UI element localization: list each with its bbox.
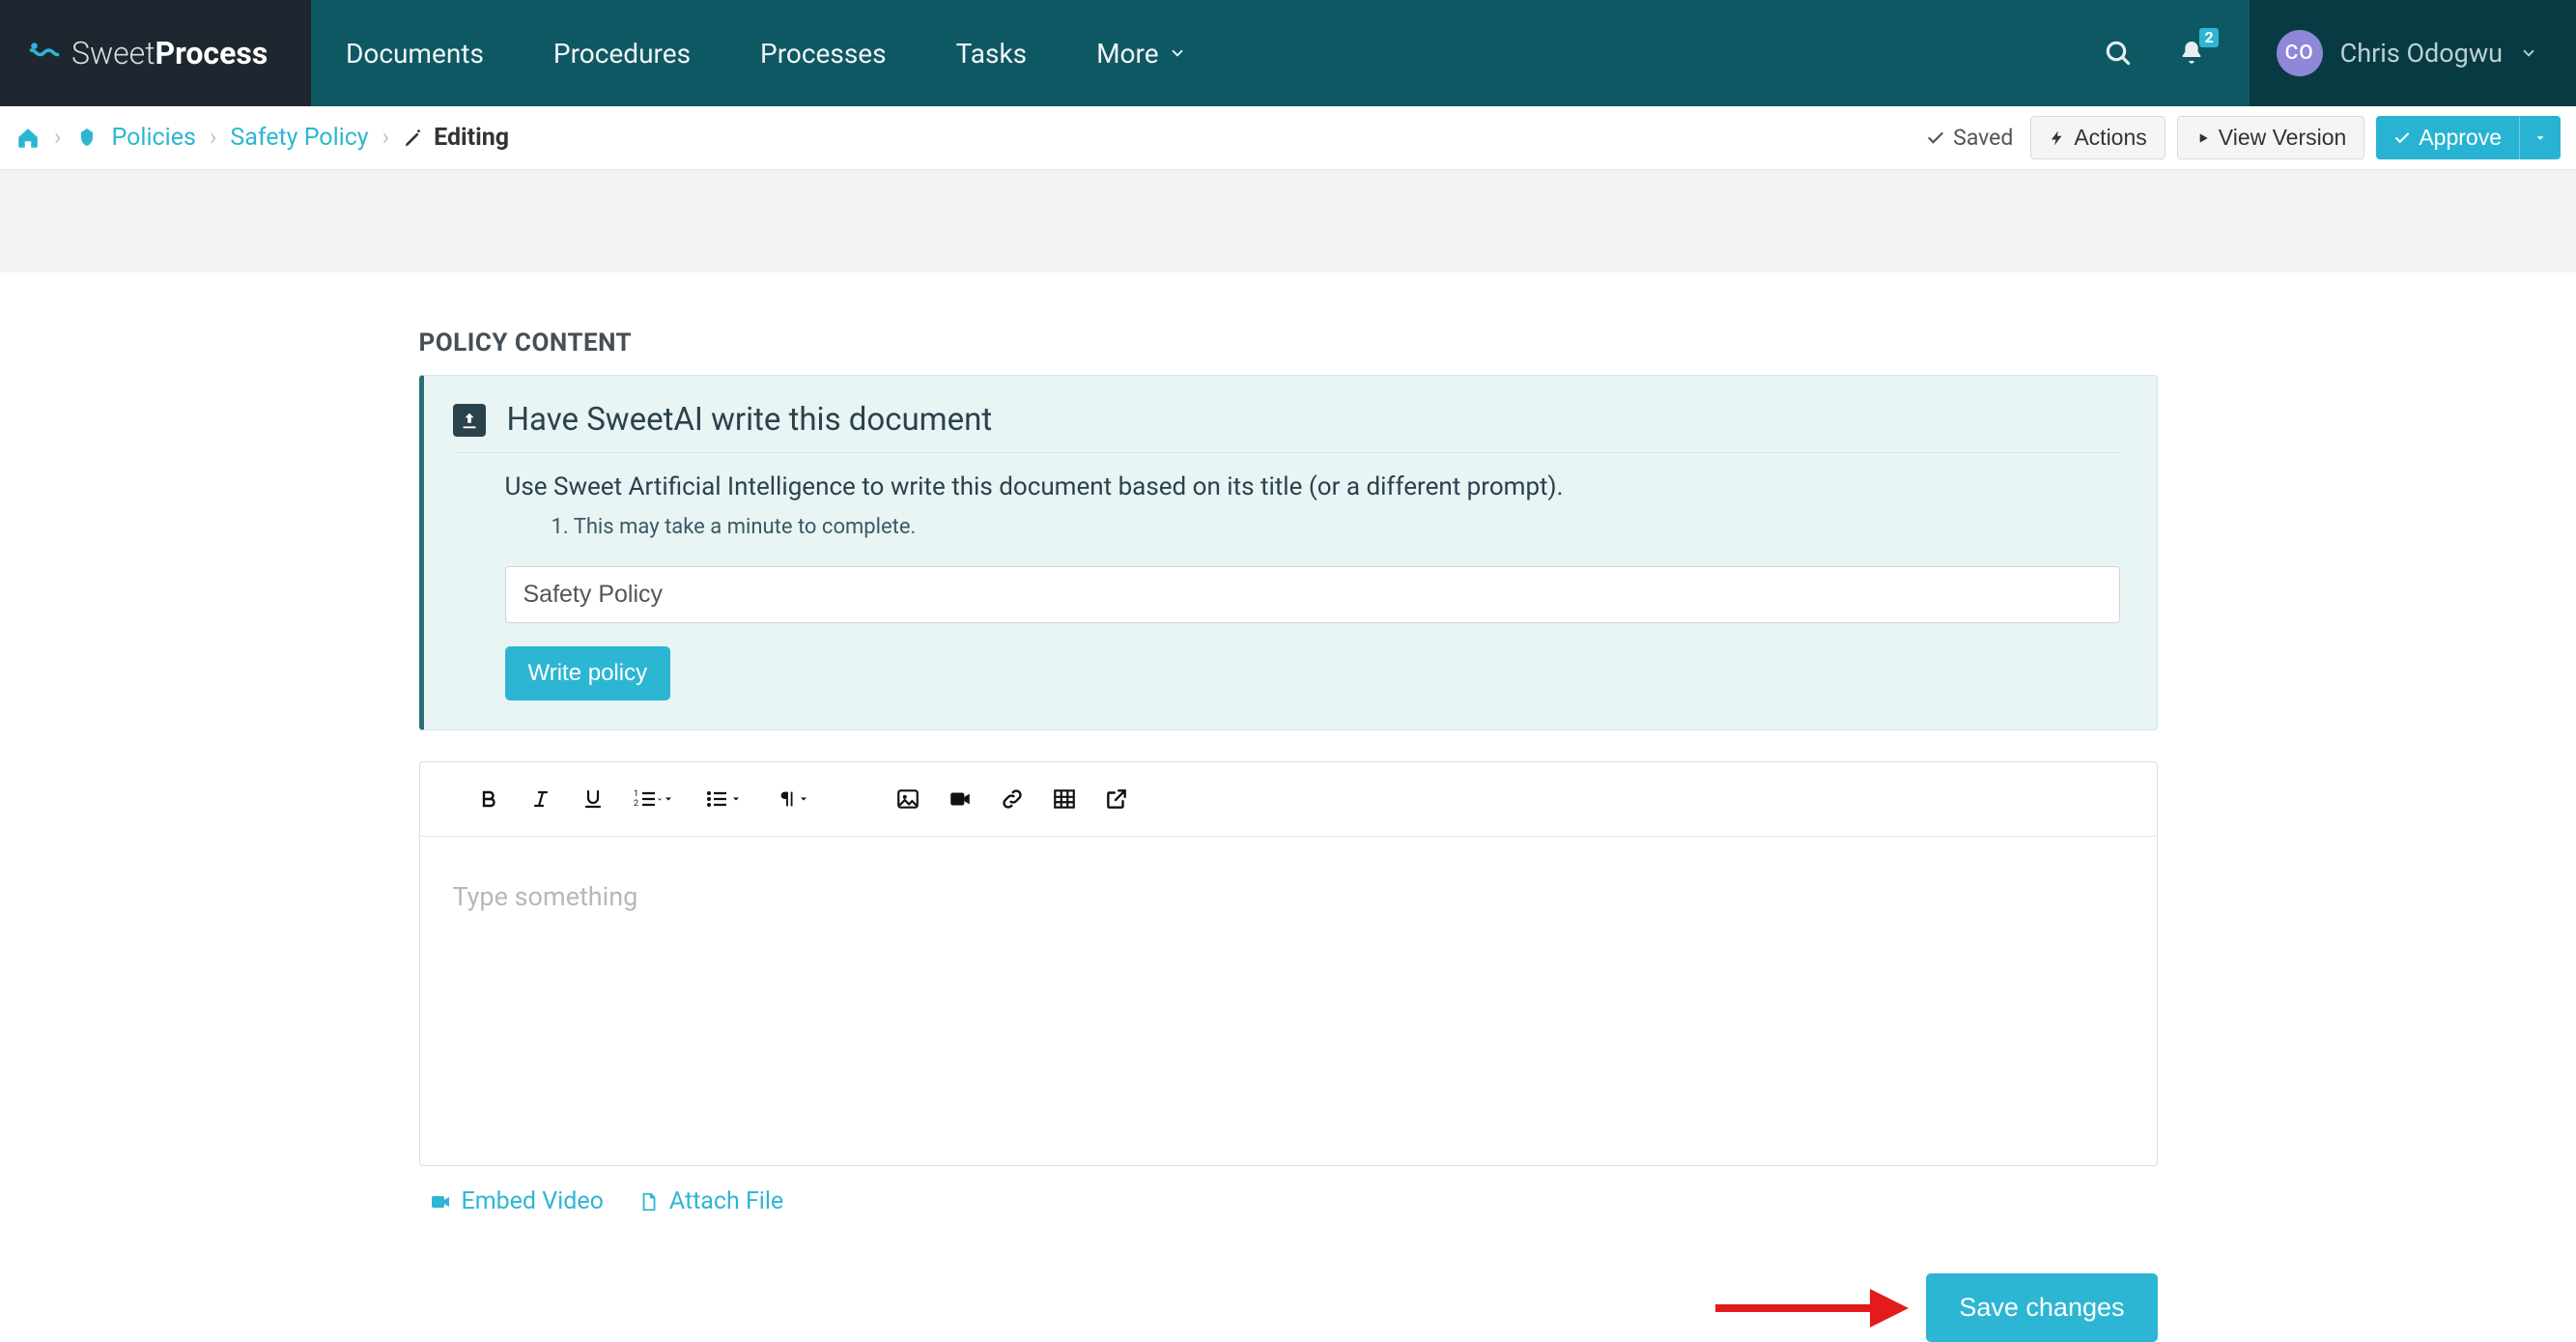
nav-procedures[interactable]: Procedures	[519, 0, 725, 106]
ordered-list-button[interactable]: 12	[619, 778, 689, 820]
paragraph-icon	[777, 787, 798, 811]
video-icon	[948, 786, 973, 812]
approve-split: Approve	[2376, 116, 2561, 159]
breadcrumb-policies[interactable]: Policies	[112, 124, 196, 152]
top-nav: SweetProcess Documents Procedures Proces…	[0, 0, 2576, 106]
sweetai-panel: Have SweetAI write this document Use Swe…	[419, 375, 2158, 730]
caret-down-icon	[798, 793, 809, 805]
check-icon	[1926, 128, 1945, 148]
view-version-button[interactable]: View Version	[2177, 116, 2365, 159]
breadcrumb-sep: ›	[210, 124, 217, 152]
breadcrumb: › Policies › Safety Policy › Editing	[15, 124, 509, 152]
underline-icon	[581, 787, 605, 811]
file-icon	[638, 1190, 660, 1214]
nav-more[interactable]: More	[1062, 0, 1221, 106]
editor-toolbar: 12	[420, 762, 2157, 837]
policies-icon	[75, 127, 99, 150]
nav-icons: 2	[2060, 0, 2250, 106]
logo-icon	[27, 36, 62, 71]
home-icon[interactable]	[15, 126, 41, 151]
save-row: Save changes	[419, 1273, 2158, 1342]
bold-button[interactable]	[463, 778, 515, 820]
video-button[interactable]	[934, 778, 986, 820]
embed-video-link[interactable]: Embed Video	[429, 1187, 604, 1215]
external-link-button[interactable]	[1090, 778, 1143, 820]
link-icon	[1000, 786, 1025, 812]
breadcrumb-policy[interactable]: Safety Policy	[230, 124, 368, 152]
saved-indicator: Saved	[1926, 125, 2013, 151]
italic-button[interactable]	[515, 778, 567, 820]
search-icon	[2103, 38, 2134, 69]
upload-icon	[453, 404, 486, 437]
below-editor: Embed Video Attach File	[419, 1166, 2158, 1215]
external-link-icon	[1104, 786, 1129, 812]
underline-button[interactable]	[567, 778, 619, 820]
image-button[interactable]	[882, 778, 934, 820]
sweetai-title: Have SweetAI write this document	[507, 401, 993, 439]
pencil-icon	[403, 128, 424, 149]
nav-tasks[interactable]: Tasks	[921, 0, 1062, 106]
check-icon	[2393, 129, 2411, 147]
main-column: POLICY CONTENT Have SweetAI write this d…	[419, 272, 2158, 1342]
play-icon	[2195, 130, 2211, 146]
sub-bar: › Policies › Safety Policy › Editing Sav…	[0, 106, 2576, 170]
video-icon	[429, 1190, 452, 1214]
breadcrumb-editing: Editing	[403, 124, 509, 152]
editor-body[interactable]: Type something	[420, 837, 2157, 1165]
svg-text:2: 2	[634, 799, 638, 809]
logo-text: SweetProcess	[71, 35, 268, 71]
actions-button[interactable]: Actions	[2030, 116, 2165, 159]
italic-icon	[529, 787, 552, 811]
approve-button[interactable]: Approve	[2376, 116, 2519, 159]
image-icon	[895, 786, 920, 812]
editor: 12 Type something	[419, 761, 2158, 1166]
section-label: POLICY CONTENT	[419, 328, 2158, 357]
link-button[interactable]	[986, 778, 1038, 820]
sweetai-prompt-input[interactable]	[505, 566, 2120, 623]
table-button[interactable]	[1038, 778, 1090, 820]
paragraph-button[interactable]	[758, 778, 828, 820]
unordered-list-icon	[705, 787, 730, 811]
notifications-badge: 2	[2199, 28, 2218, 47]
sweetai-panel-head: Have SweetAI write this document	[453, 401, 2120, 453]
save-changes-button[interactable]: Save changes	[1926, 1273, 2157, 1342]
caret-down-icon	[2534, 131, 2547, 145]
notifications-button[interactable]: 2	[2172, 34, 2211, 72]
caret-down-icon	[663, 793, 674, 805]
sweetai-desc: Use Sweet Artificial Intelligence to wri…	[505, 472, 2120, 501]
grey-band	[0, 170, 2576, 272]
user-name: Chris Odogwu	[2340, 38, 2503, 69]
caret-down-icon	[730, 793, 742, 805]
svg-text:1: 1	[634, 789, 638, 799]
user-menu[interactable]: CO Chris Odogwu	[2250, 0, 2576, 106]
avatar: CO	[2277, 30, 2323, 76]
ordered-list-icon: 12	[634, 787, 663, 811]
logo[interactable]: SweetProcess	[0, 0, 311, 106]
bolt-icon	[2049, 129, 2066, 147]
nav-menu: Documents Procedures Processes Tasks Mor…	[311, 0, 1221, 106]
unordered-list-button[interactable]	[689, 778, 758, 820]
breadcrumb-sep: ›	[382, 124, 390, 152]
table-icon	[1052, 786, 1077, 812]
chevron-down-icon	[1169, 44, 1186, 62]
sweetai-note: 1. This may take a minute to complete.	[552, 515, 2120, 539]
search-button[interactable]	[2099, 34, 2137, 72]
bold-icon	[477, 787, 500, 811]
attach-file-link[interactable]: Attach File	[638, 1187, 783, 1215]
breadcrumb-sep: ›	[54, 124, 62, 152]
nav-processes[interactable]: Processes	[725, 0, 921, 106]
write-policy-button[interactable]: Write policy	[505, 646, 671, 700]
chevron-down-icon	[2520, 44, 2537, 62]
nav-documents[interactable]: Documents	[311, 0, 519, 106]
approve-caret[interactable]	[2519, 116, 2561, 159]
